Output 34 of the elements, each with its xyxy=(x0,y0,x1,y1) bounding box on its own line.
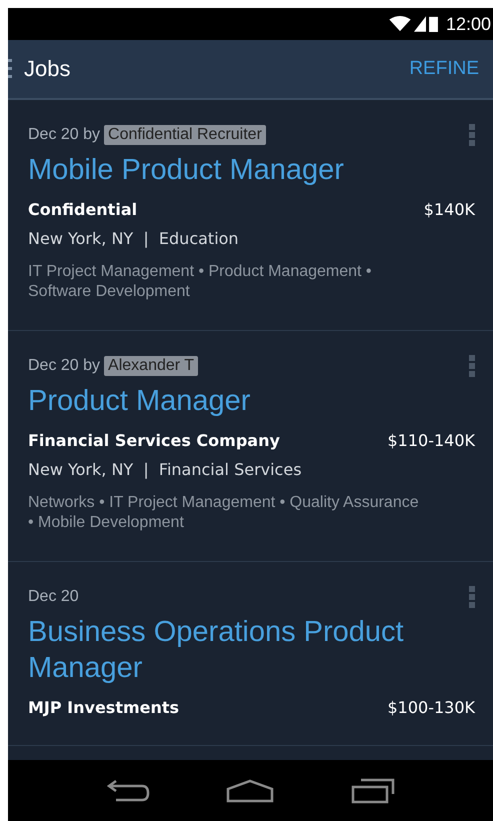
salary: $140K xyxy=(424,200,475,219)
screen-title: Jobs xyxy=(24,56,70,82)
posted-date: Dec 20 by xyxy=(28,126,100,144)
posted-date: Dec 20 xyxy=(28,588,79,606)
job-title[interactable]: Product Manager xyxy=(28,383,475,419)
company-name: Confidential xyxy=(28,200,138,219)
clock-time: 12:00 xyxy=(446,14,491,34)
menu-icon[interactable] xyxy=(8,59,12,79)
company-name: Financial Services Company xyxy=(28,431,280,450)
refine-button[interactable]: REFINE xyxy=(405,54,483,84)
job-card[interactable]: Dec 20 by Alexander T Product Manager Financial Services Company $110-140K New York, NY | Financial Services Networks • IT Project Management • Quality Assurance • Mobile Development xyxy=(8,331,493,562)
skills-list: IT Project Management • Product Management • Software Development xyxy=(28,262,428,302)
job-card[interactable]: Dec 20 by Confidential Recruiter Mobile Product Manager Confidential $140K New York, NY | Education IT Project Management • Product Management • Software Development xyxy=(8,100,493,331)
home-icon[interactable] xyxy=(226,778,274,802)
job-title[interactable]: Mobile Product Manager xyxy=(28,152,475,188)
company-name: MJP Investments xyxy=(28,698,180,717)
job-title[interactable]: Business Operations Product Manager xyxy=(28,614,475,686)
back-icon[interactable] xyxy=(106,778,150,804)
salary: $110-140K xyxy=(387,431,475,450)
wifi-icon xyxy=(388,16,411,32)
battery-icon xyxy=(428,16,438,32)
location-industry: New York, NY | Financial Services xyxy=(28,460,303,479)
overflow-menu-icon[interactable] xyxy=(469,124,475,146)
location-industry: New York, NY | Education xyxy=(28,229,240,248)
salary: $100-130K xyxy=(387,698,475,717)
job-card[interactable]: Dec 20 Business Operations Product Manager MJP Investments $100-130K xyxy=(8,562,493,746)
overflow-menu-icon[interactable] xyxy=(469,586,475,608)
recruiter-tag[interactable]: Alexander T xyxy=(104,356,198,376)
posted-date: Dec 20 by xyxy=(28,357,100,375)
signal-icon xyxy=(414,16,426,32)
overflow-menu-icon[interactable] xyxy=(469,355,475,377)
recent-apps-icon[interactable] xyxy=(350,778,395,804)
skills-list: Networks • IT Project Management • Quality Assurance • Mobile Development xyxy=(28,493,428,533)
recruiter-tag[interactable]: Confidential Recruiter xyxy=(104,125,266,145)
